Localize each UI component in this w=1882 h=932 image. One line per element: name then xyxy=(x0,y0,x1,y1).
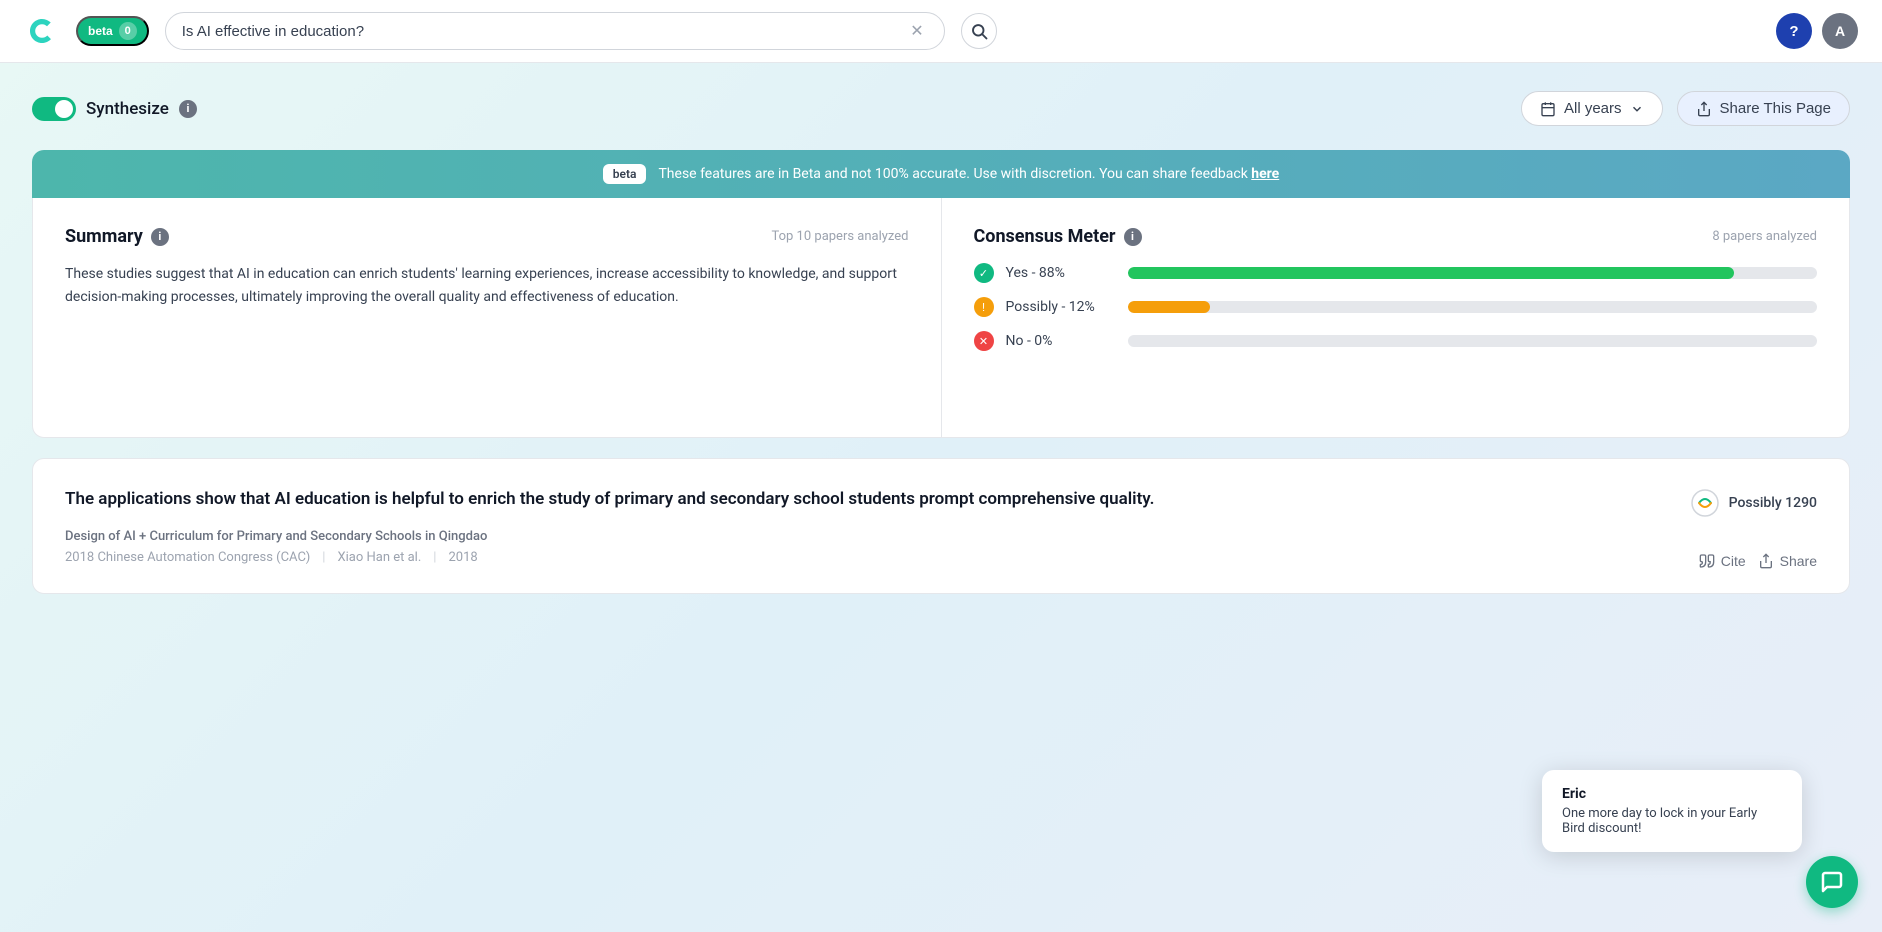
header: beta 0 ✕ ? A xyxy=(0,0,1882,63)
avatar-button[interactable]: A xyxy=(1822,13,1858,49)
help-button[interactable]: ? xyxy=(1776,13,1812,49)
yes-bar-fill xyxy=(1128,267,1735,279)
controls-row: Synthesize i All years xyxy=(32,91,1850,126)
yes-dot: ✓ xyxy=(974,263,994,283)
beta-label: beta xyxy=(88,24,113,38)
notification-text: One more day to lock in your Early Bird … xyxy=(1562,806,1782,836)
main-content: Synthesize i All years xyxy=(0,63,1882,622)
synthesize-info-icon[interactable]: i xyxy=(179,100,197,118)
share-page-button[interactable]: Share This Page xyxy=(1677,91,1850,126)
article-card: The applications show that AI education … xyxy=(32,458,1850,594)
search-input[interactable] xyxy=(182,23,899,40)
share-article-label: Share xyxy=(1780,553,1817,569)
consensus-section: Consensus Meter i 8 papers analyzed ✓ Ye… xyxy=(942,198,1850,437)
help-label: ? xyxy=(1789,23,1798,40)
separator-2: | xyxy=(433,550,436,565)
article-authors: Xiao Han et al. xyxy=(337,550,421,565)
toggle-knob xyxy=(55,100,73,118)
share-icon xyxy=(1696,101,1712,117)
summary-text: These studies suggest that AI in educati… xyxy=(65,263,909,309)
all-years-label: All years xyxy=(1564,100,1622,117)
yes-bar-track xyxy=(1128,267,1818,279)
controls-right: All years Share This Page xyxy=(1521,91,1850,126)
summary-title: Summary i xyxy=(65,226,169,247)
summary-header: Summary i Top 10 papers analyzed xyxy=(65,226,909,247)
notification-name: Eric xyxy=(1562,786,1782,802)
article-actions: Cite Share xyxy=(1699,553,1817,569)
beta-badge[interactable]: beta 0 xyxy=(76,16,149,46)
article-meta: 2018 Chinese Automation Congress (CAC) |… xyxy=(65,550,1817,565)
synthesize-label: Synthesize xyxy=(86,99,169,119)
calendar-icon xyxy=(1540,101,1556,117)
no-dot: ✕ xyxy=(974,331,994,351)
possibly-bar-track xyxy=(1128,301,1818,313)
beta-banner-text: These features are in Beta and not 100% … xyxy=(658,166,1279,182)
share-page-label: Share This Page xyxy=(1720,100,1831,117)
cite-icon xyxy=(1699,553,1715,569)
separator-1: | xyxy=(322,550,325,565)
summary-meta: Top 10 papers analyzed xyxy=(771,229,908,244)
card-container: Summary i Top 10 papers analyzed These s… xyxy=(32,198,1850,438)
chat-icon xyxy=(1820,870,1844,894)
no-label: No - 0% xyxy=(1006,333,1116,349)
summary-section: Summary i Top 10 papers analyzed These s… xyxy=(33,198,942,437)
all-years-button[interactable]: All years xyxy=(1521,91,1663,126)
chat-button[interactable] xyxy=(1806,856,1858,908)
possibly-label: Possibly - 12% xyxy=(1006,299,1116,315)
consensus-meta: 8 papers analyzed xyxy=(1712,229,1817,244)
synthesize-panel: beta These features are in Beta and not … xyxy=(32,150,1850,438)
search-bar-container: ✕ xyxy=(165,12,945,50)
logo xyxy=(24,13,60,49)
summary-info-icon[interactable]: i xyxy=(151,228,169,246)
consensus-title: Consensus Meter i xyxy=(974,226,1142,247)
consensus-info-icon[interactable]: i xyxy=(1124,228,1142,246)
consensus-row-yes: ✓ Yes - 88% xyxy=(974,263,1818,283)
here-link[interactable]: here xyxy=(1251,166,1279,182)
possibly-bar-fill xyxy=(1128,301,1211,313)
cite-button[interactable]: Cite xyxy=(1699,553,1746,569)
synthesize-control: Synthesize i xyxy=(32,97,197,121)
no-bar-track xyxy=(1128,335,1818,347)
article-quote: The applications show that AI education … xyxy=(65,487,1467,513)
notification-popup: Eric One more day to lock in your Early … xyxy=(1542,770,1802,852)
consensus-header: Consensus Meter i 8 papers analyzed xyxy=(974,226,1818,247)
article-title: Design of AI + Curriculum for Primary an… xyxy=(65,529,1817,544)
avatar-label: A xyxy=(1835,23,1845,39)
synth-article-icon xyxy=(1689,487,1721,519)
article-journal: 2018 Chinese Automation Congress (CAC) xyxy=(65,550,310,565)
consensus-row-possibly: ! Possibly - 12% xyxy=(974,297,1818,317)
header-actions: ? A xyxy=(1776,13,1858,49)
yes-label: Yes - 88% xyxy=(1006,265,1116,281)
article-year: 2018 xyxy=(448,550,477,565)
beta-tag: beta xyxy=(603,164,647,184)
possibly-dot: ! xyxy=(974,297,994,317)
consensus-row-no: ✕ No - 0% xyxy=(974,331,1818,351)
synthesize-toggle[interactable] xyxy=(32,97,76,121)
cite-label: Cite xyxy=(1721,553,1746,569)
search-clear-button[interactable]: ✕ xyxy=(906,21,927,41)
search-button[interactable] xyxy=(961,13,997,49)
possibly-count-label: Possibly 1290 xyxy=(1729,495,1817,511)
beta-count: 0 xyxy=(119,22,137,40)
chevron-down-icon xyxy=(1630,102,1644,116)
beta-banner: beta These features are in Beta and not … xyxy=(32,150,1850,198)
share-article-icon xyxy=(1758,553,1774,569)
share-article-button[interactable]: Share xyxy=(1758,553,1817,569)
possibly-count-tag: Possibly 1290 xyxy=(1689,487,1817,519)
